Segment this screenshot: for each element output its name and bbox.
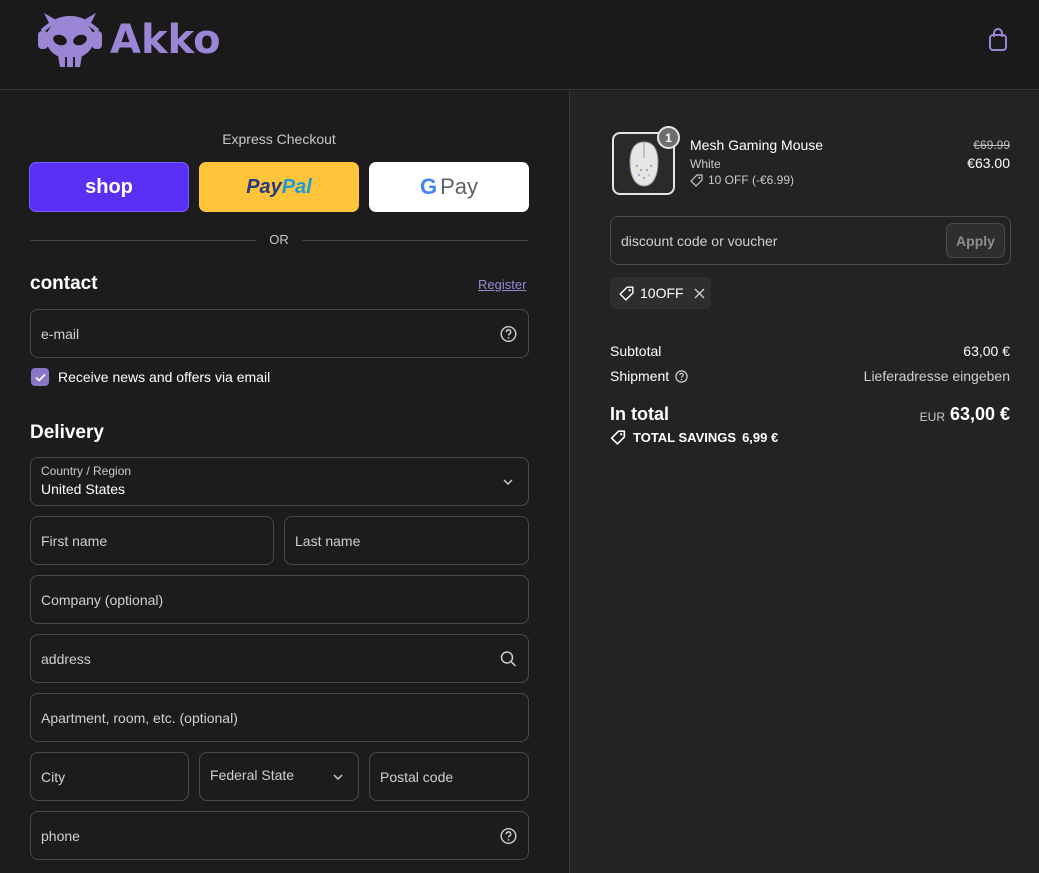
total-savings-value: 6,99 € [742,430,779,445]
newsletter-label: Receive news and offers via email [58,369,271,385]
applied-discount-code: 10OFF [640,285,684,301]
total-label: In total [610,404,669,424]
total-savings-label: TOTAL SAVINGS [633,430,737,445]
total-value: 63,00 € [949,404,1010,424]
site-header: Akko [0,0,1039,90]
phone-field[interactable]: phone [30,811,529,860]
email-field[interactable]: e-mail [30,309,529,358]
original-price: €69.99 [973,138,1010,152]
postal-code-placeholder: Postal code [380,768,454,785]
tag-icon [690,173,703,187]
express-checkout-title: Express Checkout [222,131,336,147]
first-name-placeholder: First name [41,532,108,549]
address-placeholder: address [41,650,91,667]
discount-code-field[interactable]: discount code or voucher Apply [610,216,1011,265]
city-field[interactable]: City [30,752,189,801]
or-divider-label: OR [269,232,289,247]
quantity-badge: 1 [657,126,680,149]
order-summary: 1 Mesh Gaming Mouse White 10 OFF (-€6.99… [569,91,1039,873]
discounted-price: €63.00 [967,155,1010,171]
apartment-field[interactable]: Apartment, room, etc. (optional) [30,693,529,742]
brand-logo[interactable]: Akko [36,10,221,70]
postal-code-field[interactable]: Postal code [369,752,529,801]
state-placeholder: Federal State [210,767,295,783]
country-label: Country / Region [41,464,132,478]
or-divider-right [302,240,528,241]
subtotal-label: Subtotal [610,343,662,359]
email-placeholder: e-mail [41,325,80,342]
chevron-down-icon [333,774,343,780]
remove-discount-icon[interactable] [694,288,705,299]
mouse-product-image [628,140,659,187]
last-name-placeholder: Last name [295,532,361,549]
apartment-placeholder: Apartment, room, etc. (optional) [41,709,238,726]
shipment-row-label: Shipment [610,368,688,384]
product-discount-text: 10 OFF (-€6.99) [708,173,795,187]
address-field[interactable]: address [30,634,529,683]
shop-pay-button[interactable]: shop [29,162,189,212]
paypal-label-pay: Pay [246,175,282,198]
last-name-field[interactable]: Last name [284,516,529,565]
checkmark-icon [34,373,46,382]
google-g-icon: G [419,174,438,199]
help-icon[interactable] [500,827,517,844]
country-select[interactable]: Country / Region United States [30,457,529,506]
newsletter-checkbox[interactable] [31,368,49,386]
checkout-form: Express Checkout shop Pay Pal G Pay OR con… [0,91,569,873]
product-name: Mesh Gaming Mouse [690,137,824,153]
state-select[interactable]: Federal State [199,752,359,801]
city-placeholder: City [41,768,66,785]
brand-name: Akko [110,17,221,63]
company-field[interactable]: Company (optional) [30,575,529,624]
chevron-down-icon [503,479,513,485]
or-divider-left [30,240,256,241]
country-value: United States [41,481,126,497]
apply-discount-button[interactable]: Apply [946,223,1005,258]
help-icon[interactable] [675,369,688,383]
product-variant: White [690,157,721,171]
shopping-bag-icon[interactable] [986,27,1010,53]
discount-code-placeholder: discount code or voucher [621,232,778,249]
google-pay-button[interactable]: G Pay [369,162,529,212]
first-name-field[interactable]: First name [30,516,274,565]
register-link[interactable]: Register [478,277,526,292]
shipment-value: Lieferadresse eingeben [863,368,1010,384]
company-placeholder: Company (optional) [41,591,164,608]
phone-placeholder: phone [41,827,80,844]
contact-heading: contact [30,273,98,294]
paypal-label-pal: Pal [281,175,312,198]
product-discount: 10 OFF (-€6.99) [690,173,794,187]
total-currency: EUR [919,410,945,424]
subtotal-value: 63,00 € [963,343,1010,359]
help-icon[interactable] [500,325,517,342]
applied-discount-chip: 10OFF [610,277,711,309]
shipment-label: Shipment [610,368,670,384]
tag-icon [619,285,634,301]
search-icon[interactable] [500,650,517,667]
google-pay-label: Pay [440,174,479,199]
akko-skull-logo-icon [38,13,102,67]
paypal-button[interactable]: Pay Pal [199,162,359,212]
delivery-heading: Delivery [30,422,104,443]
shop-pay-label: shop [85,175,133,198]
total-savings: TOTAL SAVINGS 6,99 € [610,430,778,445]
tag-icon [610,430,626,445]
